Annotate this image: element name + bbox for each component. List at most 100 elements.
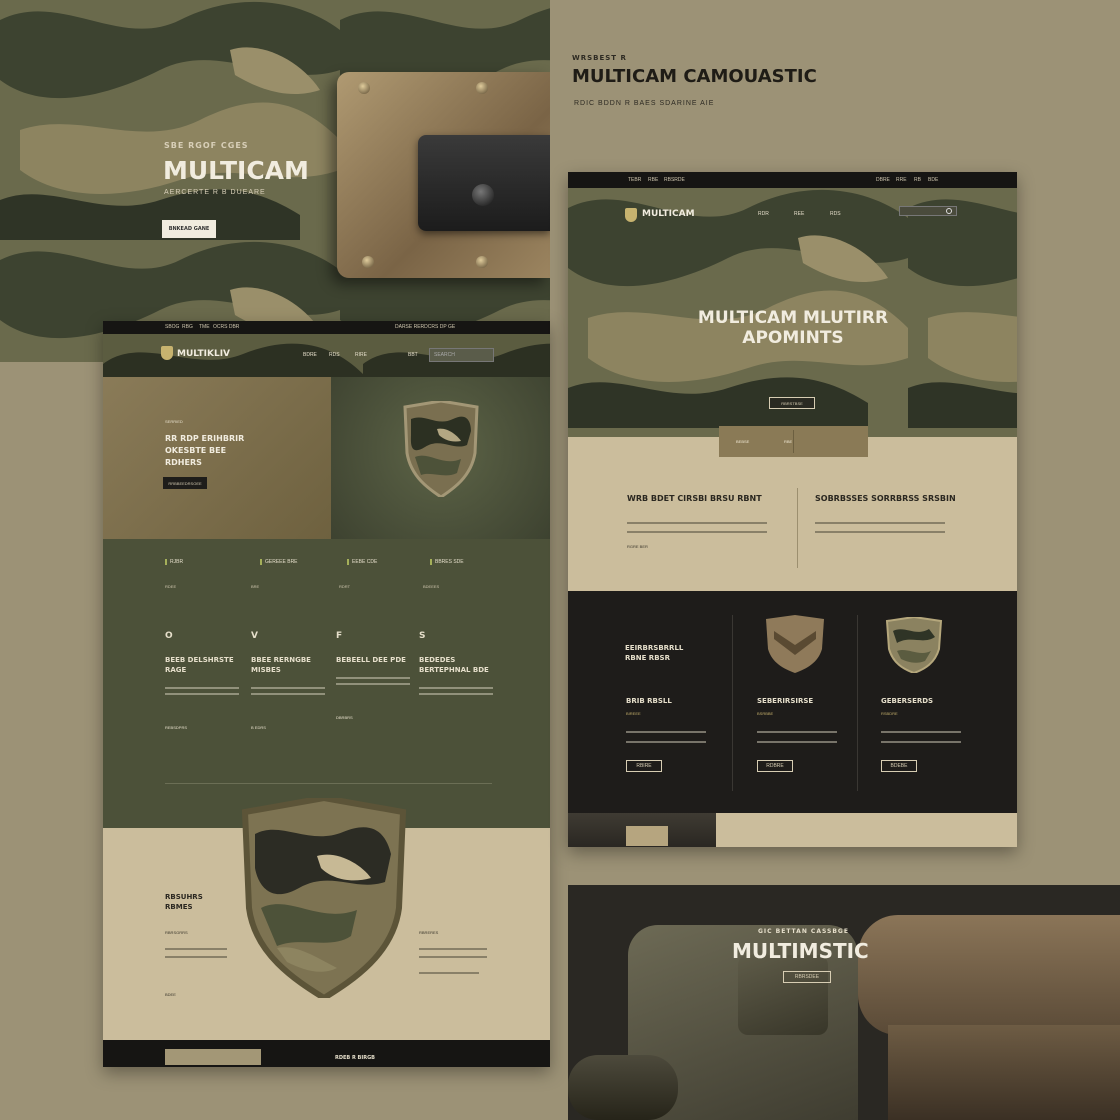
left-tabs: RJBR GEREEE BRE EEBE CDE BBRES SDE RDEE … <box>103 539 550 599</box>
left-topbar: SBOG RBG TME OCRS DBR DARSE RERDCRS DP G… <box>103 321 550 334</box>
column-letter: F <box>336 631 343 641</box>
topbar-link[interactable]: SBOG <box>165 324 179 330</box>
topbar-link[interactable]: TEBR <box>628 177 641 183</box>
text-line <box>419 948 487 950</box>
topbar-link[interactable]: BDE <box>928 177 938 183</box>
divider <box>797 488 798 568</box>
tab-item[interactable]: RJBR <box>165 559 183 565</box>
search-icon[interactable] <box>946 208 952 214</box>
column-title: BEEB DELSHRSTE RAGE <box>165 656 234 674</box>
hero-banner: SBE RGOF CGES MULTICAM AERCERTE R B DUEA… <box>0 0 550 362</box>
section-title: WRB BDET CIRSBI BRSU RBNT <box>627 494 762 503</box>
text-line <box>815 531 945 533</box>
latch-knob-icon <box>472 184 494 206</box>
gear-tan-strap-image <box>888 1025 1120 1120</box>
text-line <box>627 522 767 524</box>
topbar-link[interactable]: RB <box>914 177 921 183</box>
divider <box>793 430 794 453</box>
large-camo-shield-icon <box>241 798 407 998</box>
topbar-link[interactable]: TME <box>199 324 210 330</box>
feature-column: F BEBEELL DEE PDE DBRBRS <box>336 631 410 720</box>
rivet-icon <box>358 82 370 94</box>
nav-item[interactable]: RIRE <box>355 351 367 360</box>
divider <box>857 615 858 791</box>
gear-cylinder-image <box>568 1055 678 1120</box>
text-line <box>251 693 325 695</box>
nav-item[interactable]: BDRE <box>303 351 317 360</box>
text-line <box>626 741 706 743</box>
nav-item[interactable]: RDR <box>758 211 769 217</box>
left-hero-title: RR RDP ERIHBRIR OKESBTE BEE RDHERS <box>165 434 245 467</box>
camo-shield-icon <box>403 401 479 497</box>
left-footer: RDEB R BIRGB <box>103 1040 550 1067</box>
card-title: SEBERIRSIRSE <box>757 697 814 705</box>
feature-column: O BEEB DELSHRSTE RAGE REBSDPRS <box>165 631 239 730</box>
nav-item[interactable]: RDS <box>329 351 340 360</box>
nav-item[interactable]: REE <box>794 211 804 217</box>
feature-column: S BEDEDES BERTEPHNAL BDE <box>419 631 493 699</box>
nav-item[interactable]: BBT <box>408 351 418 360</box>
right-hero: MULTICAM RDR REE RDS MULTICAM MLUTIRR AP… <box>568 188 1017 437</box>
column-letter: V <box>251 631 258 641</box>
right-tab-strip: BEBSE RBE <box>719 426 868 457</box>
row-label: BRE <box>251 584 260 589</box>
column-link[interactable]: DBRBRS <box>336 715 410 720</box>
gear-title: MULTIMSTIC <box>732 939 869 963</box>
footer-badge <box>165 1049 261 1065</box>
left-hero-text-panel: SERRIED RR RDP ERIHBRIR OKESBTE BEE RDHE… <box>103 377 331 539</box>
left-hero-kicker: SERRIED <box>165 419 183 424</box>
board-subtitle: RDIC BDDN R BAES SDARINE AIE <box>574 100 715 107</box>
tab-label[interactable]: BEBSE <box>736 439 749 444</box>
tab-item[interactable]: GEREEE BRE <box>260 559 298 565</box>
divider <box>165 783 492 784</box>
left-search-input[interactable]: SEARCH <box>429 348 494 362</box>
text-line <box>881 741 961 743</box>
camo-badge-icon <box>885 617 943 673</box>
gear-button[interactable]: RBRSDEE <box>783 971 831 983</box>
shield-logo-icon <box>161 346 173 360</box>
topbar-link[interactable]: RBG <box>182 324 193 330</box>
hero-subtitle: AERCERTE R B DUEARE <box>164 189 266 196</box>
gear-pouch-image <box>738 955 828 1035</box>
gear-kicker: GIC BETTAN CASSBGE <box>758 928 849 935</box>
topbar-link[interactable]: RRE <box>896 177 907 183</box>
right-hero-title: MULTICAM MLUTIRR APOMINTS <box>697 308 889 348</box>
right-kicker: RBRERES <box>419 930 439 935</box>
left-feature-columns: O BEEB DELSHRSTE RAGE REBSDPRS V BBEE RE… <box>103 631 550 784</box>
nav-item[interactable]: RDS <box>830 211 841 217</box>
feature-column: V BBEE RERNGBE MISBES B EDRS <box>251 631 325 730</box>
card-tag: RSBDRE <box>881 711 898 716</box>
hero-kicker: SBE RGOF CGES <box>164 141 249 150</box>
card-button[interactable]: BDEBE <box>881 760 917 772</box>
right-hero-button[interactable]: RBRSTBSE <box>769 397 815 409</box>
divider <box>732 615 733 791</box>
tab-item[interactable]: EEBE CDE <box>347 559 377 565</box>
card-button[interactable]: RBIRE <box>626 760 662 772</box>
section-link[interactable]: RGRE BER <box>627 544 648 549</box>
text-line <box>419 693 493 695</box>
topbar-link[interactable]: RBE <box>648 177 658 183</box>
left-hero-button[interactable]: RRBBEEDRSOEE <box>163 477 207 489</box>
footer-label-plate <box>626 826 668 846</box>
metal-latch-image <box>418 135 550 231</box>
column-link[interactable]: B EDRS <box>251 725 325 730</box>
rivet-icon <box>362 256 374 268</box>
topbar-link[interactable]: RBSRDE <box>664 177 685 183</box>
text-line <box>419 972 479 974</box>
right-topbar: TEBR RBE RBSRDE DBRE RRE RB BDE <box>568 172 1017 188</box>
hero-title: MULTICAM <box>163 156 309 185</box>
left-logo-text[interactable]: MULTIKLIV <box>177 349 230 359</box>
card-button[interactable]: RDBRE <box>757 760 793 772</box>
feature-link[interactable]: BDEE <box>165 992 176 997</box>
tab-item[interactable]: BBRES SDE <box>430 559 464 565</box>
feature-title: RBSUHRS RBMES <box>165 893 203 911</box>
column-link[interactable]: REBSDPRS <box>165 725 239 730</box>
right-logo-text[interactable]: MULTICAM <box>642 209 695 219</box>
hero-cta-button[interactable]: BNKEAD GANE <box>162 220 216 238</box>
topbar-link[interactable]: DBRE <box>876 177 890 183</box>
text-line <box>626 731 706 733</box>
tab-label[interactable]: RBE <box>784 439 792 444</box>
text-line <box>165 948 227 950</box>
text-line <box>815 522 945 524</box>
topbar-link[interactable]: OCRS DBR <box>213 324 239 330</box>
